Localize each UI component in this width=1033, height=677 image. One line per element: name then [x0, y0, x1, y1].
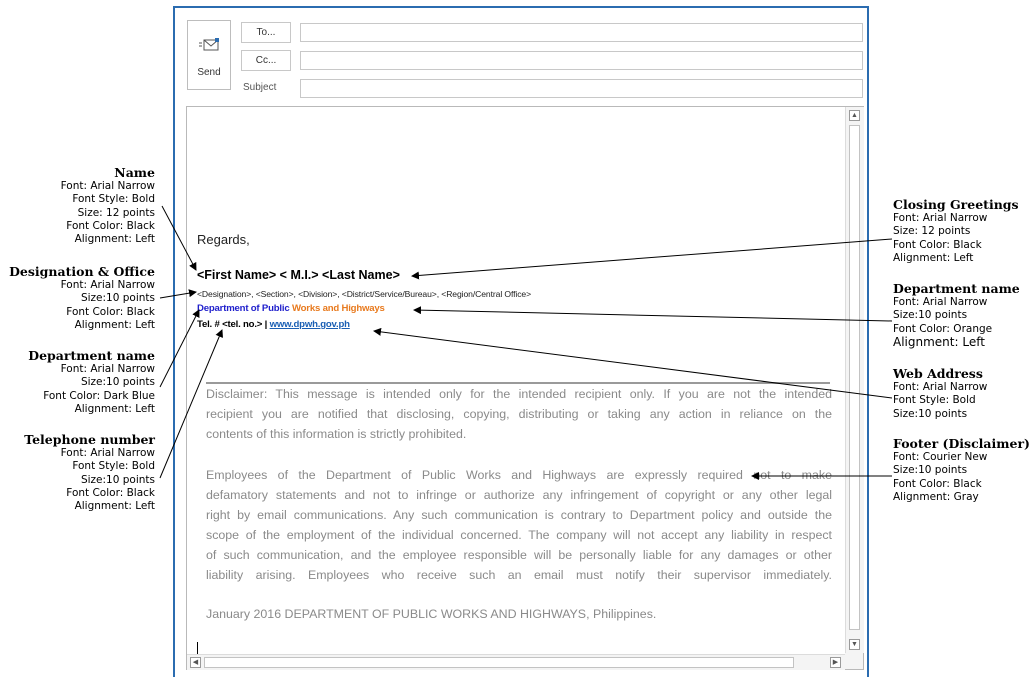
annotation-arrows	[159, 205, 893, 480]
arrow-name	[161, 205, 197, 271]
arrow-web-address	[373, 327, 893, 399]
arrow-designation	[159, 289, 197, 299]
arrow-department-orange	[413, 306, 893, 322]
arrow-department-blue	[159, 309, 200, 388]
arrow-telephone	[159, 329, 223, 479]
arrow-closing-greetings	[411, 238, 893, 280]
